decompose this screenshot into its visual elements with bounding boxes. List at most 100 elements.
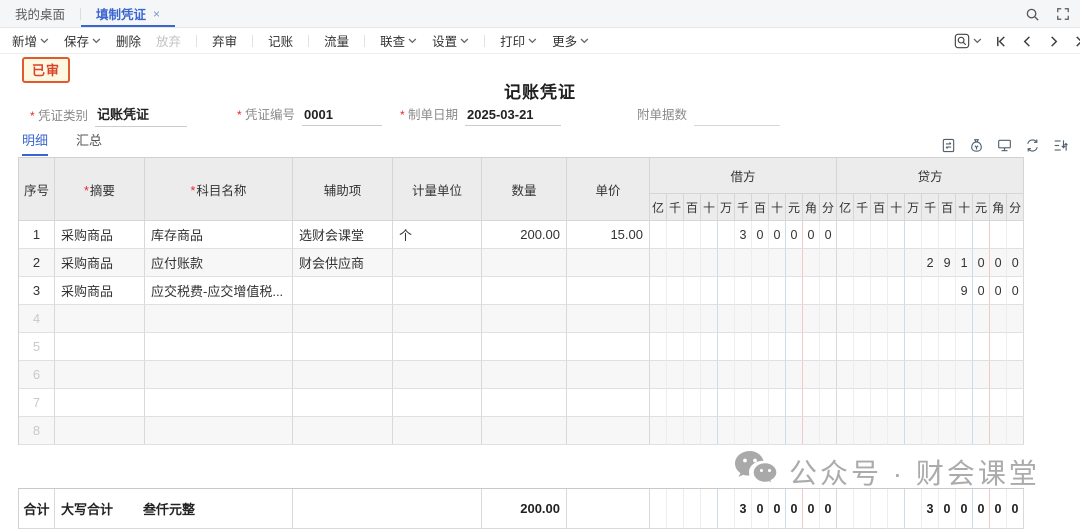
debit-digit-cell[interactable] [820, 305, 837, 333]
quantity-cell[interactable] [482, 305, 567, 333]
credit-digit-cell[interactable] [905, 277, 922, 305]
debit-digit-cell[interactable] [786, 361, 803, 389]
summary-cell[interactable]: 采购商品 [55, 277, 145, 305]
credit-digit-cell[interactable] [871, 361, 888, 389]
credit-digit-cell[interactable] [922, 305, 939, 333]
credit-digit-cell[interactable] [939, 277, 956, 305]
debit-digit-cell[interactable] [650, 361, 667, 389]
debit-digit-cell[interactable] [650, 417, 667, 445]
debit-digit-cell[interactable] [769, 305, 786, 333]
display-panel-icon[interactable] [997, 138, 1012, 153]
summary-cell[interactable]: 采购商品 [55, 249, 145, 277]
quantity-cell[interactable] [482, 277, 567, 305]
debit-digit-cell[interactable] [650, 221, 667, 249]
credit-digit-cell[interactable] [939, 221, 956, 249]
credit-digit-cell[interactable] [888, 305, 905, 333]
credit-digit-cell[interactable] [939, 361, 956, 389]
voucher-book-icon[interactable] [941, 138, 956, 153]
debit-digit-cell[interactable]: 0 [803, 221, 820, 249]
debit-digit-cell[interactable] [820, 249, 837, 277]
unit-cell[interactable] [393, 305, 482, 333]
debit-digit-cell[interactable] [701, 417, 718, 445]
debit-digit-cell[interactable] [701, 221, 718, 249]
price-cell[interactable] [567, 305, 650, 333]
debit-digit-cell[interactable] [684, 221, 701, 249]
auxiliary-cell[interactable] [293, 417, 393, 445]
account-cell[interactable]: 应付账款 [145, 249, 293, 277]
summary-cell[interactable] [55, 305, 145, 333]
unit-cell[interactable] [393, 361, 482, 389]
credit-digit-cell[interactable] [990, 417, 1007, 445]
toolbar-button-more[interactable]: 更多 [552, 31, 589, 50]
debit-digit-cell[interactable] [684, 361, 701, 389]
credit-digit-cell[interactable]: 1 [956, 249, 973, 277]
debit-digit-cell[interactable] [667, 333, 684, 361]
toolbar-button-post[interactable]: 记账 [268, 31, 293, 50]
credit-digit-cell[interactable] [1007, 333, 1024, 361]
credit-digit-cell[interactable]: 2 [922, 249, 939, 277]
credit-digit-cell[interactable] [905, 389, 922, 417]
debit-digit-cell[interactable] [820, 277, 837, 305]
credit-digit-cell[interactable] [888, 417, 905, 445]
summary-cell[interactable] [55, 361, 145, 389]
summary-cell[interactable]: 采购商品 [55, 221, 145, 249]
quantity-cell[interactable] [482, 389, 567, 417]
debit-digit-cell[interactable] [752, 389, 769, 417]
debit-digit-cell[interactable] [786, 305, 803, 333]
credit-digit-cell[interactable]: 0 [973, 277, 990, 305]
debit-digit-cell[interactable] [752, 277, 769, 305]
price-cell[interactable] [567, 249, 650, 277]
credit-digit-cell[interactable] [905, 361, 922, 389]
summary-cell[interactable] [55, 333, 145, 361]
voucher-type-input[interactable]: 记账凭证 [95, 104, 187, 127]
auxiliary-cell[interactable] [293, 361, 393, 389]
credit-digit-cell[interactable] [956, 305, 973, 333]
credit-digit-cell[interactable] [922, 417, 939, 445]
credit-digit-cell[interactable] [837, 305, 854, 333]
toolbar-button-cash-flow[interactable]: 流量 [324, 31, 349, 50]
debit-digit-cell[interactable] [650, 333, 667, 361]
credit-digit-cell[interactable] [871, 305, 888, 333]
auxiliary-cell[interactable]: 财会供应商 [293, 249, 393, 277]
debit-digit-cell[interactable] [684, 333, 701, 361]
debit-digit-cell[interactable] [752, 417, 769, 445]
credit-digit-cell[interactable] [939, 333, 956, 361]
credit-digit-cell[interactable] [1007, 221, 1024, 249]
debit-digit-cell[interactable] [650, 389, 667, 417]
unit-cell[interactable] [393, 333, 482, 361]
debit-digit-cell[interactable] [667, 361, 684, 389]
credit-digit-cell[interactable] [922, 221, 939, 249]
credit-digit-cell[interactable] [990, 221, 1007, 249]
credit-digit-cell[interactable] [837, 221, 854, 249]
credit-digit-cell[interactable]: 9 [939, 249, 956, 277]
debit-digit-cell[interactable] [701, 333, 718, 361]
credit-digit-cell[interactable] [973, 361, 990, 389]
credit-digit-cell[interactable]: 9 [956, 277, 973, 305]
unit-cell[interactable] [393, 389, 482, 417]
account-cell[interactable] [145, 417, 293, 445]
debit-digit-cell[interactable]: 0 [769, 221, 786, 249]
voucher-number-input[interactable]: 0001 [302, 107, 382, 126]
price-cell[interactable] [567, 417, 650, 445]
debit-digit-cell[interactable] [684, 305, 701, 333]
credit-digit-cell[interactable] [871, 333, 888, 361]
account-cell[interactable]: 应交税费-应交增值税... [145, 277, 293, 305]
debit-digit-cell[interactable] [650, 305, 667, 333]
debit-digit-cell[interactable] [701, 389, 718, 417]
toolbar-button-delete[interactable]: 删除 [116, 31, 141, 50]
credit-digit-cell[interactable] [922, 389, 939, 417]
credit-digit-cell[interactable] [837, 361, 854, 389]
credit-digit-cell[interactable] [1007, 389, 1024, 417]
debit-digit-cell[interactable] [735, 249, 752, 277]
credit-digit-cell[interactable]: 0 [990, 277, 1007, 305]
credit-digit-cell[interactable] [854, 389, 871, 417]
quantity-cell[interactable] [482, 361, 567, 389]
debit-digit-cell[interactable] [752, 249, 769, 277]
debit-digit-cell[interactable] [735, 305, 752, 333]
debit-digit-cell[interactable] [667, 305, 684, 333]
quantity-cell[interactable]: 200.00 [482, 221, 567, 249]
debit-digit-cell[interactable] [752, 333, 769, 361]
tab-my-desktop[interactable]: 我的桌面 [0, 0, 80, 27]
credit-digit-cell[interactable] [871, 389, 888, 417]
credit-digit-cell[interactable] [888, 249, 905, 277]
